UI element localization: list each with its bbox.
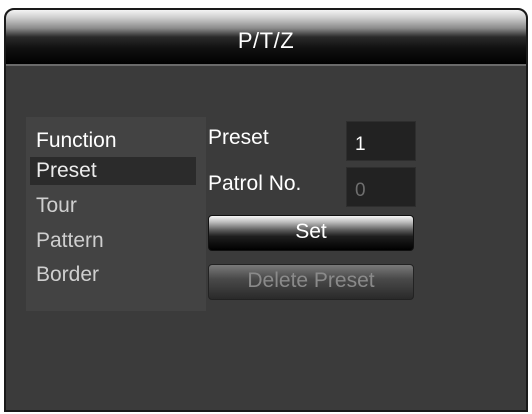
function-menu-header: Function — [36, 129, 117, 152]
menu-item-pattern[interactable]: Pattern — [36, 227, 200, 255]
patrol-no-label: Patrol No. — [208, 172, 302, 195]
title-bar: P/T/Z — [6, 10, 526, 66]
ptz-dialog: P/T/Z Function Preset Tour Pattern Borde… — [4, 8, 528, 412]
set-button[interactable]: Set — [208, 215, 414, 251]
menu-item-preset[interactable]: Preset — [30, 157, 196, 185]
patrol-no-input[interactable]: 0 — [346, 167, 416, 207]
preset-label: Preset — [208, 126, 269, 149]
delete-preset-button[interactable]: Delete Preset — [208, 264, 414, 300]
menu-item-tour[interactable]: Tour — [36, 192, 200, 220]
window-title: P/T/Z — [237, 28, 295, 53]
function-menu: Function Preset Tour Pattern Border — [26, 117, 206, 311]
menu-item-border[interactable]: Border — [36, 261, 200, 289]
preset-input[interactable]: 1 — [346, 121, 416, 161]
